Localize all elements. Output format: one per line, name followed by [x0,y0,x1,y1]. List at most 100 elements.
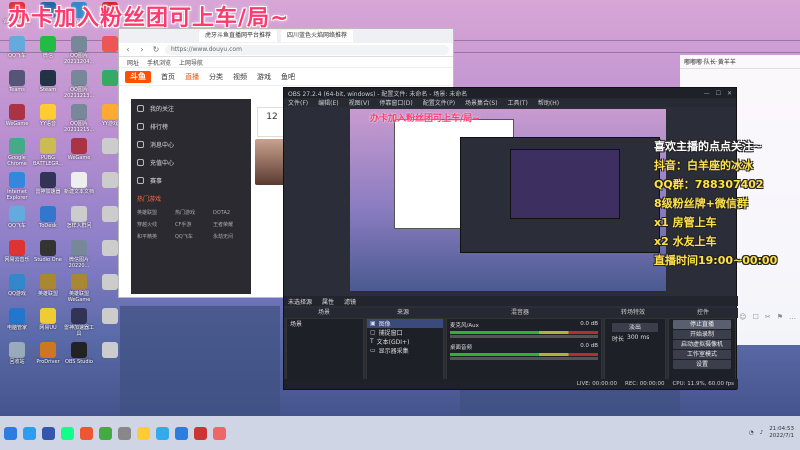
studio-mode-button[interactable]: 工作室模式 [673,350,731,359]
favorite-link[interactable]: 手机浏览 [147,58,171,67]
minimize-icon[interactable]: — [704,90,710,97]
taskbar-app-icon[interactable] [194,426,207,440]
taskbar-app-icon[interactable] [99,426,112,440]
volume-icon[interactable]: ♪ [760,430,764,436]
taskbar-clock[interactable]: 21:04:53 2022/7/1 [769,426,794,440]
desktop-icon[interactable]: QQ游戏 [2,274,32,297]
taskbar-app-icon[interactable] [23,426,36,440]
nav-link[interactable]: 直播 [185,72,199,82]
source-item[interactable]: ▣ 图像 [367,319,443,328]
desktop-icon[interactable]: QQ飞车 [2,36,32,59]
obs-menu-item[interactable]: 视图(V) [349,98,370,107]
desktop-icon[interactable] [95,308,125,325]
stop-streaming-button[interactable]: 停止直播 [673,320,731,329]
close-icon[interactable]: ✕ [727,90,732,97]
desktop-icon[interactable]: PUBG BATTLEGR... [33,138,63,167]
source-item[interactable]: T 文本(GDI+) [367,337,443,346]
desktop-icon[interactable]: WeGame [2,104,32,127]
desktop-icon[interactable] [95,342,125,359]
sidebar-item[interactable]: 排行榜 [131,117,251,135]
game-link[interactable]: DOTA2 [209,207,247,219]
obs-menu-item[interactable]: 文件(F) [288,98,308,107]
game-link[interactable]: 英雄联盟 [133,207,171,219]
desktop-icon[interactable]: 怎样入群问 [64,206,94,229]
desktop-icon[interactable]: QQ图片 20211213... [64,70,94,99]
emoji-icon[interactable]: ☺ [739,313,746,323]
desktop-icon[interactable]: OBS Studio [64,342,94,365]
sidebar-item[interactable]: 我的关注 [131,99,251,117]
game-link[interactable]: 王者荣耀 [209,219,247,231]
desktop-icon[interactable]: 新建文本文档 [64,172,94,195]
obs-menu-item[interactable]: 停靠窗口(D) [379,98,412,107]
desktop-icon[interactable]: Internet Explorer [2,172,32,201]
taskbar-app-icon[interactable] [175,426,188,440]
taskbar-app-icon[interactable] [137,426,150,440]
desktop-icon[interactable]: 英雄联盟 [33,274,63,297]
filters-button[interactable]: 滤镜 [344,297,356,306]
source-item[interactable]: ▭ 显示器采集 [367,346,443,355]
taskbar-app-icon[interactable] [80,426,93,440]
desktop-icon[interactable]: ToDesk [33,206,63,229]
desktop-icon[interactable]: 回收站 [2,342,32,365]
obs-menu-item[interactable]: 配置文件(P) [423,98,455,107]
desktop-icon[interactable]: 雷神加速器 [33,172,63,195]
nav-link[interactable]: 分类 [209,72,223,82]
desktop-icon[interactable]: 英雄联盟 WeGame [64,274,94,303]
game-link[interactable]: 永劫无间 [209,231,247,243]
properties-button[interactable]: 属性 [322,297,334,306]
desktop-icon[interactable]: 电脑管家 [2,308,32,331]
obs-preview[interactable]: 办卡加入粉丝团可上车/局~ [350,109,666,291]
virtual-camera-button[interactable]: 启动虚拟摄像机 [673,340,731,349]
desktop-icon[interactable]: 微信图片 20220... [64,240,94,269]
taskbar-app-icon[interactable] [156,426,169,440]
back-icon[interactable]: ‹ [123,45,133,54]
desktop-icon[interactable]: 雷神加速器工具 [64,308,94,337]
obs-menu-item[interactable]: 场景集合(S) [465,98,498,107]
forward-icon[interactable]: › [137,45,147,54]
game-link[interactable]: CF手游 [171,219,209,231]
desktop-icon[interactable]: 网易UU [33,308,63,331]
browser-tab[interactable]: 四川蓝色火焰网络推荐 [281,30,354,42]
maximize-icon[interactable]: ☐ [716,90,721,97]
flag-icon[interactable]: ⚑ [777,313,783,323]
nav-link[interactable]: 游戏 [257,72,271,82]
obs-menu-item[interactable]: 编辑(E) [318,98,338,107]
desktop-icon[interactable]: YY语音 [33,104,63,127]
game-link[interactable]: QQ飞车 [171,231,209,243]
desktop-icon[interactable]: QQ飞车 [2,206,32,229]
desktop-icon[interactable]: Teams [2,70,32,93]
volume-slider[interactable] [450,335,598,338]
more-icon[interactable]: … [789,313,796,323]
volume-slider[interactable] [450,357,598,360]
wifi-icon[interactable]: ◔ [749,430,754,436]
obs-menu-item[interactable]: 帮助(H) [538,98,559,107]
site-logo[interactable]: 斗鱼 [125,70,151,83]
favorite-link[interactable]: 网址 [127,58,139,67]
transition-select[interactable]: 淡出 [612,323,658,332]
scissors-icon[interactable]: ✂ [765,313,771,323]
desktop-icon[interactable]: Studio One [33,240,63,263]
desktop-icon[interactable]: ProDriver [33,342,63,365]
taskbar-app-icon[interactable] [118,426,131,440]
desktop-icon[interactable]: QQ图片 20211215... [64,104,94,133]
taskbar-app-icon[interactable] [42,426,55,440]
desktop-icon[interactable]: 微信 [33,36,63,59]
scene-item[interactable]: 场景 [287,319,363,328]
sidebar-item[interactable]: 充值中心 [131,153,251,171]
game-link[interactable]: 和平精英 [133,231,171,243]
refresh-icon[interactable]: ↻ [151,45,161,54]
source-item[interactable]: ▢ 捕捉窗口 [367,328,443,337]
desktop-icon[interactable]: WeGame [64,138,94,161]
desktop-icon[interactable]: Steam [33,70,63,93]
nav-link[interactable]: 鱼吧 [281,72,295,82]
start-recording-button[interactable]: 开始录制 [673,330,731,339]
obs-menu-item[interactable]: 工具(T) [508,98,528,107]
taskbar-app-icon[interactable] [213,426,226,440]
sidebar-item[interactable]: 赛事 [131,171,251,189]
desktop-icon[interactable]: 网易云音乐 [2,240,32,263]
url-input[interactable]: https://www.douyu.com [165,44,449,55]
desktop-icon[interactable]: Google Chrome [2,138,32,167]
nav-link[interactable]: 视频 [233,72,247,82]
settings-button[interactable]: 设置 [673,360,731,369]
game-link[interactable]: 穿越火线 [133,219,171,231]
